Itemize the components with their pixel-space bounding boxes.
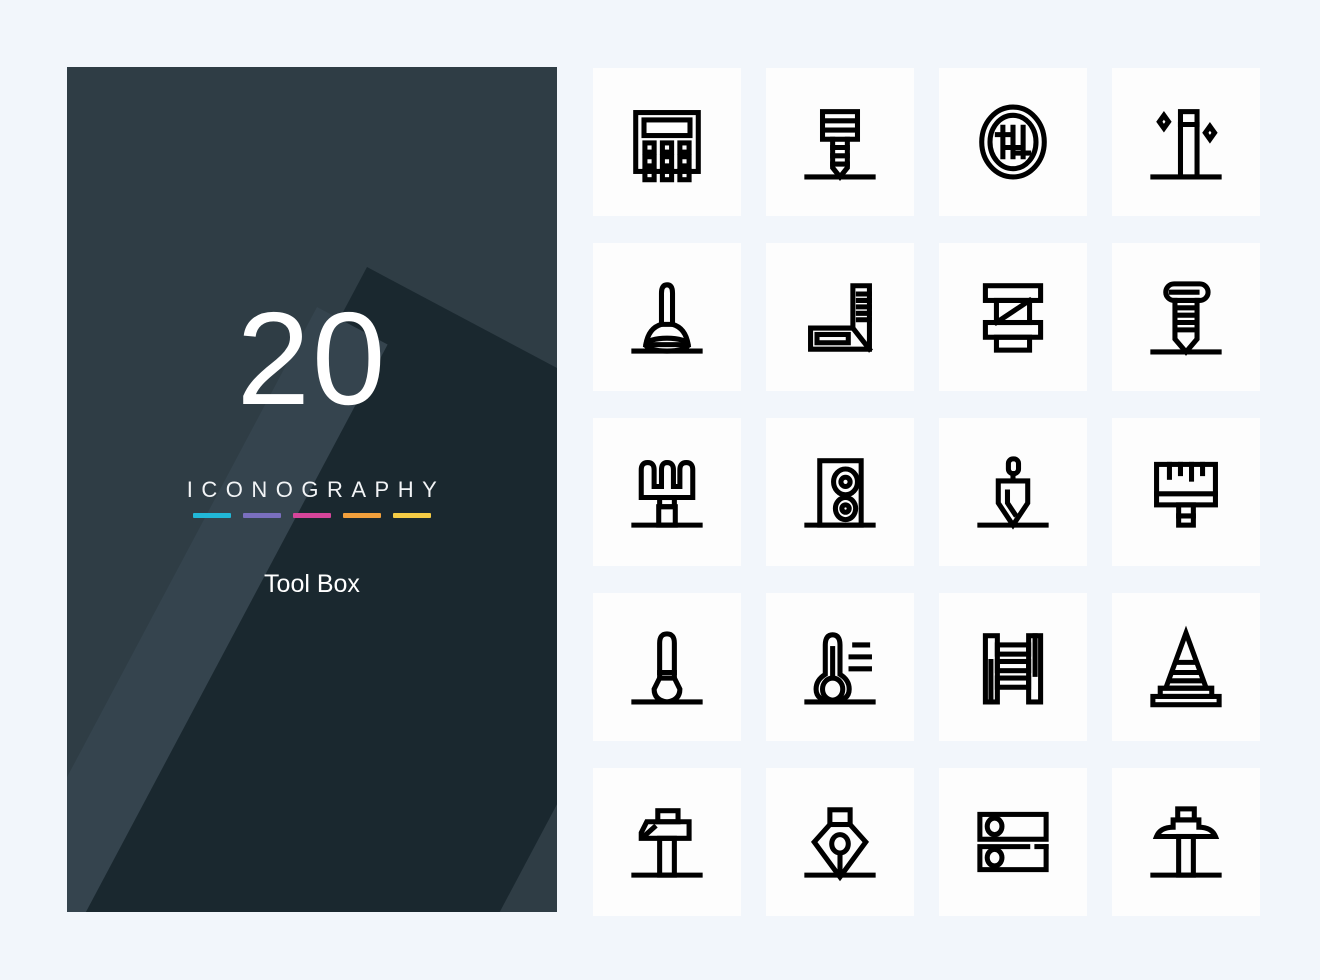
- ladder-icon: [982, 633, 1044, 705]
- icon-card-10[interactable]: [766, 418, 914, 566]
- nail-screw-icon: [1150, 281, 1222, 356]
- icon-card-16[interactable]: [1112, 593, 1260, 741]
- bolt-nut-icon: [982, 283, 1044, 353]
- icon-card-4[interactable]: [1112, 68, 1260, 216]
- icon-card-18[interactable]: [766, 768, 914, 916]
- traffic-cone-icon: [1150, 625, 1222, 708]
- paint-brush-wide-icon: [1154, 461, 1218, 528]
- icon-card-5[interactable]: [593, 243, 741, 391]
- icon-card-1[interactable]: [593, 68, 741, 216]
- accent-bar-1: [193, 513, 231, 518]
- accent-color-bars: [193, 513, 431, 518]
- clean-sparkle-icon: [1150, 109, 1222, 180]
- sledgehammer-icon: [1150, 806, 1222, 878]
- chisel-plane-icon: [631, 808, 703, 878]
- accent-bar-3: [293, 513, 331, 518]
- icon-card-19[interactable]: [939, 768, 1087, 916]
- slide-canvas: 20 ICONOGRAPHY Tool Box: [0, 0, 1320, 980]
- icon-card-9[interactable]: [593, 418, 741, 566]
- icon-card-20[interactable]: [1112, 768, 1260, 916]
- sander-speaker-icon: [804, 458, 876, 528]
- icon-card-6[interactable]: [766, 243, 914, 391]
- cover-panel: 20 ICONOGRAPHY Tool Box: [67, 67, 557, 912]
- icon-card-7[interactable]: [939, 243, 1087, 391]
- thermometer-icon: [804, 632, 876, 705]
- icon-grid: [593, 68, 1261, 916]
- plunger-icon: [631, 282, 703, 354]
- icon-card-8[interactable]: [1112, 243, 1260, 391]
- icon-card-3[interactable]: [939, 68, 1087, 216]
- icon-card-2[interactable]: [766, 68, 914, 216]
- fountain-pen-nib-icon: [804, 807, 876, 882]
- iconography-label: ICONOGRAPHY: [186, 477, 446, 502]
- icon-card-17[interactable]: [593, 768, 741, 916]
- accent-bar-5: [393, 513, 431, 518]
- screw-bolt-icon: [804, 109, 876, 182]
- calculator-icon: [633, 110, 701, 183]
- round-brush-icon: [631, 631, 703, 705]
- tool-drawers-icon: [977, 811, 1049, 873]
- garden-fork-icon: [631, 460, 703, 528]
- settings-sliders-icon: [979, 104, 1047, 180]
- carpenter-square-icon: [808, 283, 873, 353]
- trowel-icon: [977, 456, 1049, 530]
- cover-content: 20 ICONOGRAPHY Tool Box: [67, 67, 557, 912]
- icon-card-14[interactable]: [766, 593, 914, 741]
- icon-card-15[interactable]: [939, 593, 1087, 741]
- icon-card-13[interactable]: [593, 593, 741, 741]
- accent-bar-4: [343, 513, 381, 518]
- icon-count-number: 20: [236, 285, 388, 432]
- cover-subtitle: Tool Box: [264, 570, 360, 598]
- icon-card-12[interactable]: [1112, 418, 1260, 566]
- accent-bar-2: [243, 513, 281, 518]
- icon-card-11[interactable]: [939, 418, 1087, 566]
